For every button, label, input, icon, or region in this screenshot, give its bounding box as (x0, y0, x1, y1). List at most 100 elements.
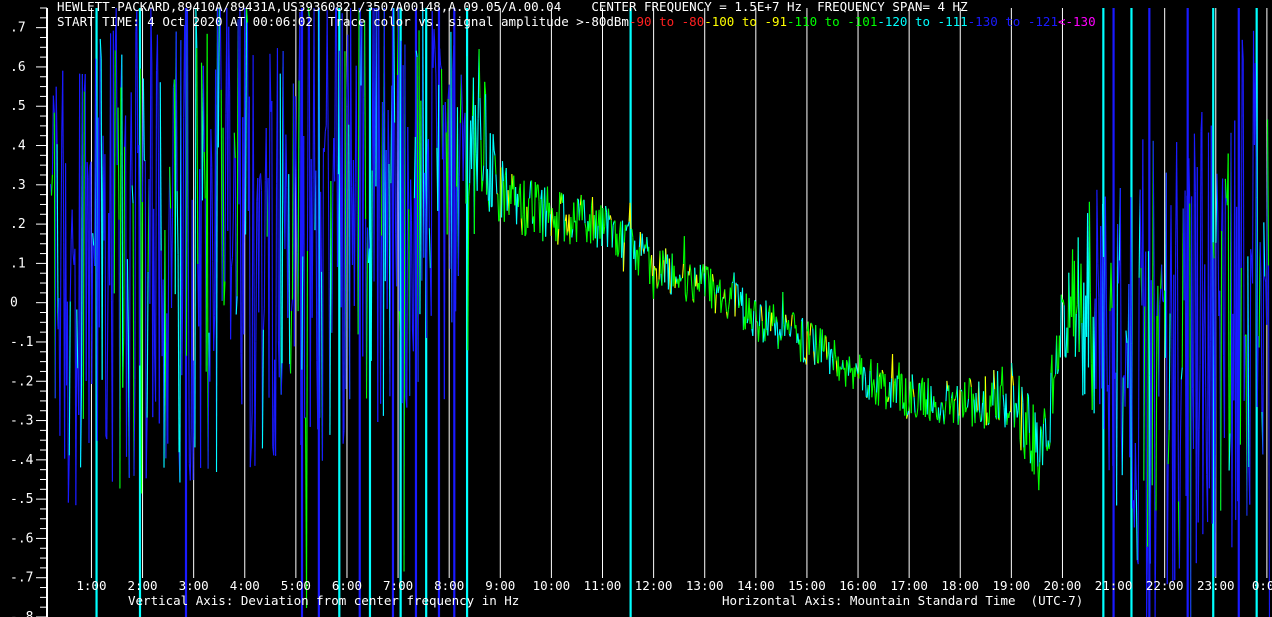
trace-segment (458, 123, 461, 177)
trace-segment (917, 383, 920, 408)
trace-segment (455, 186, 458, 312)
trace-segment (303, 135, 306, 419)
y-tick-label: 0 (10, 296, 18, 311)
trace-segment (230, 257, 233, 267)
trace-segment (503, 175, 506, 222)
trace-segment (134, 31, 137, 380)
trace-segment (88, 166, 91, 443)
trace-segment (981, 402, 984, 421)
x-tick-labels: 1:00 2:00 3:00 4:00 5:00 6:00 7:00 8:00 9:00 10:0… (76, 578, 1272, 593)
x-tick-label: 5:00 (281, 578, 311, 593)
trace-series (50, 7, 1270, 617)
trace-segment (245, 7, 248, 235)
trace-segment (82, 91, 85, 419)
trace-segment (331, 192, 334, 333)
trace-segment (535, 184, 538, 198)
trace-segment (1036, 422, 1039, 467)
trace-segment (380, 235, 383, 404)
trace-segment (1262, 222, 1265, 455)
trace-segment (737, 284, 740, 308)
trace-segment (956, 386, 959, 425)
trace-segment (1011, 375, 1015, 386)
y-tick-label: .6 (10, 60, 26, 75)
trace-segment (1053, 376, 1056, 379)
trace-segment (290, 310, 293, 374)
trace-segment (493, 150, 496, 156)
trace-segment (864, 376, 867, 398)
trace-segment (1088, 201, 1091, 293)
x-tick-label: 22:00 (1146, 578, 1184, 593)
legend-entry: -100 to -91 (704, 14, 788, 29)
trace-segment (412, 198, 415, 352)
trace-segment (495, 174, 498, 194)
trace-segment (727, 301, 730, 310)
trace-segment (966, 398, 970, 408)
trace-segment (1159, 288, 1162, 305)
trace-segment (410, 220, 414, 331)
trace-segment (707, 266, 710, 279)
trace-segment (548, 202, 551, 215)
trace-segment (861, 367, 865, 391)
trace-segment (725, 302, 728, 312)
x-tick-label: 21:00 (1095, 578, 1133, 593)
trace-segment (790, 314, 793, 327)
trace-segment (993, 370, 996, 390)
trace-color-note: Trace color vs. signal amplitude >-80dBm (327, 14, 629, 29)
trace-segment (719, 279, 722, 313)
trace-segment (427, 139, 430, 229)
trace-segment (519, 183, 522, 219)
trace-segment (950, 398, 953, 406)
trace-segment (1176, 142, 1179, 270)
trace-segment (622, 242, 625, 272)
amplitude-legend: -90 to -80-100 to -91-110 to -101-120 to… (629, 14, 1096, 29)
trace-segment (250, 413, 253, 449)
y-tick-label: .1 (10, 256, 26, 271)
frequency-settings: CENTER FREQUENCY = 1.5E+7 Hz FREQUENCY S… (591, 0, 968, 14)
trace-segment (899, 374, 902, 411)
trace-segment (434, 49, 437, 74)
trace-segment (1145, 251, 1148, 617)
trace-segment (577, 198, 579, 201)
trace-segment (121, 54, 124, 388)
trace-segment (85, 162, 88, 381)
trace-segment (625, 224, 628, 231)
trace-segment (1242, 59, 1245, 401)
trace-segment (305, 250, 309, 608)
header-line-1: HEWLETT-PACKARD,89410A/89431A,US39360821… (57, 0, 968, 14)
trace-segment (1165, 172, 1168, 585)
trace-segment (730, 282, 733, 300)
trace-segment (539, 199, 542, 233)
trace-segment (209, 129, 212, 382)
trace-segment (793, 314, 796, 329)
trace-segment (485, 94, 488, 195)
trace-segment (523, 180, 526, 236)
trace-segment (821, 329, 824, 352)
trace-segment (1038, 462, 1041, 491)
trace-segment (1139, 189, 1142, 268)
trace-segment (573, 202, 576, 223)
trace-segment (726, 309, 729, 319)
trace-segment (1048, 442, 1051, 450)
trace-segment (324, 125, 327, 132)
trace-segment (51, 95, 54, 175)
trace-segment (123, 146, 126, 338)
y-tick-label: -.6 (10, 531, 33, 546)
trace-segment (1044, 418, 1047, 447)
trace-segment (486, 168, 489, 201)
trace-segment (1199, 131, 1202, 365)
x-tick-label: 18:00 (941, 578, 979, 593)
trace-segment (117, 107, 120, 220)
trace-segment (530, 180, 534, 224)
trace-segment (187, 257, 190, 464)
trace-segment (1002, 394, 1005, 408)
trace-segment (627, 221, 630, 227)
trace-segment (311, 179, 314, 318)
trace-segment (558, 192, 561, 230)
trace-segment (470, 115, 474, 169)
trace-segment (681, 263, 684, 279)
x-tick-label: 10:00 (533, 578, 571, 593)
trace-segment (631, 229, 634, 238)
legend-entry: -110 to -101 (787, 14, 878, 29)
trace-segment (1105, 289, 1108, 392)
trace-segment (54, 86, 57, 399)
